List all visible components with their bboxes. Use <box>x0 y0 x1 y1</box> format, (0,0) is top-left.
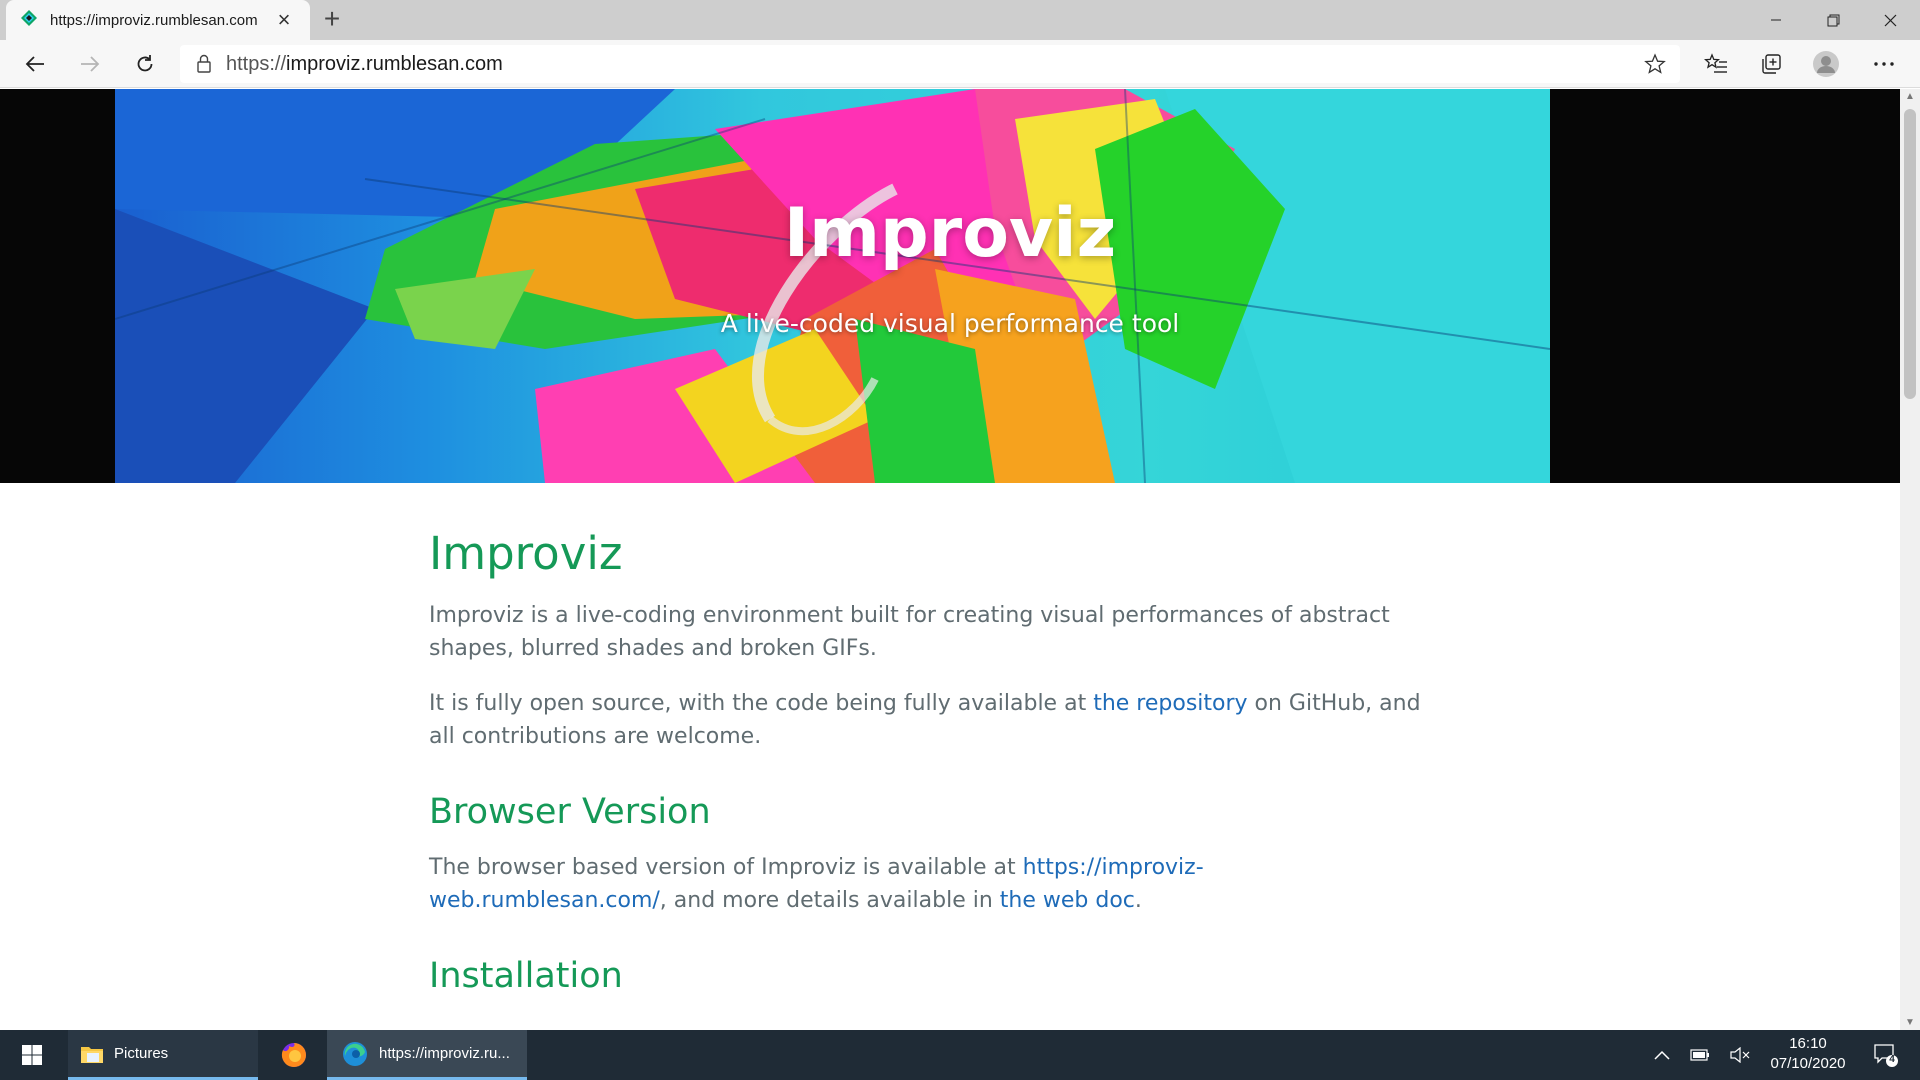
page-viewport: Improviz A live-coded visual performance… <box>0 89 1900 1030</box>
browser-text-middle: , and more details available in <box>659 888 1000 913</box>
url-scheme: https:// <box>226 52 287 75</box>
main-content: Improviz Improviz is a live-coding envir… <box>429 527 1429 1015</box>
improviz-favicon-icon <box>20 9 38 32</box>
close-window-button[interactable] <box>1862 0 1918 40</box>
firefox-icon <box>281 1043 306 1068</box>
browser-text-after: . <box>1134 888 1142 913</box>
hero-banner: Improviz A live-coded visual performance… <box>0 89 1900 483</box>
clock-date: 07/10/2020 <box>1770 1055 1846 1072</box>
tab-bar: https://improviz.rumblesan.com × + <box>0 0 1920 40</box>
web-doc-link[interactable]: the web doc <box>1000 888 1135 913</box>
back-button[interactable] <box>17 46 53 82</box>
show-hidden-icons-button[interactable] <box>1648 1030 1676 1080</box>
profile-button[interactable] <box>1808 46 1844 82</box>
browser-version-paragraph: The browser based version of Improviz is… <box>429 851 1429 917</box>
browser-version-heading: Browser Version <box>429 792 711 832</box>
intro-paragraph: Improviz is a live-coding environment bu… <box>429 603 1390 661</box>
tab-improviz[interactable]: https://improviz.rumblesan.com × <box>6 0 310 40</box>
address-bar[interactable]: https://improviz.rumblesan.com <box>180 45 1680 83</box>
scroll-thumb[interactable] <box>1904 109 1916 399</box>
taskbar-edge-label: https://improviz.ru... <box>379 1045 510 1062</box>
collections-icon <box>1762 54 1781 74</box>
windows-taskbar: Pictures https://improviz.ru... 16:10 07… <box>0 1030 1920 1080</box>
arrow-right-icon <box>81 56 100 72</box>
tab-title: https://improviz.rumblesan.com <box>50 11 258 29</box>
page-heading: Improviz <box>429 527 623 580</box>
battery-icon <box>1690 1049 1709 1061</box>
windows-logo-icon <box>22 1045 42 1065</box>
profile-icon <box>1813 51 1839 77</box>
installation-heading: Installation <box>429 956 623 996</box>
open-source-text-before: It is fully open source, with the code b… <box>429 691 1094 716</box>
collections-button[interactable] <box>1753 46 1789 82</box>
start-button[interactable] <box>14 1030 50 1080</box>
hero-background-image <box>115 89 1550 483</box>
volume-muted-icon <box>1730 1047 1750 1063</box>
page-scrollbar[interactable]: ▲ ▼ <box>1900 89 1920 1030</box>
lock-icon[interactable] <box>196 54 212 74</box>
edge-icon <box>343 1041 367 1066</box>
url-domain: improviz.rumblesan.com <box>286 52 503 75</box>
favorites-button[interactable] <box>1698 46 1734 82</box>
new-tab-button[interactable]: + <box>316 4 348 36</box>
notification-count-badge: 4 <box>1889 1054 1895 1065</box>
open-source-paragraph: It is fully open source, with the code b… <box>429 687 1429 753</box>
forward-button[interactable] <box>72 46 108 82</box>
folder-icon <box>81 1046 103 1063</box>
scroll-down-arrow-icon[interactable]: ▼ <box>1904 1017 1916 1028</box>
repository-link[interactable]: the repository <box>1093 691 1247 716</box>
star-icon[interactable] <box>1644 53 1666 75</box>
battery-tray[interactable] <box>1686 1030 1714 1080</box>
taskbar-edge[interactable]: https://improviz.ru... <box>327 1030 527 1080</box>
taskbar-firefox[interactable] <box>276 1030 312 1080</box>
chevron-up-icon <box>1654 1050 1670 1060</box>
favorites-list-icon <box>1704 53 1727 73</box>
restore-button[interactable] <box>1805 0 1861 40</box>
hero-subtitle: A live-coded visual performance tool <box>720 309 1180 338</box>
hero-title: Improviz <box>783 194 1117 273</box>
url-text[interactable]: https://improviz.rumblesan.com <box>226 53 503 76</box>
minimize-button[interactable] <box>1748 0 1804 40</box>
taskbar-explorer-label: Pictures <box>114 1045 169 1062</box>
arrow-left-icon <box>25 56 44 72</box>
taskbar-clock[interactable]: 16:10 07/10/2020 <box>1748 1034 1868 1076</box>
browser-text-before: The browser based version of Improviz is… <box>429 855 1023 880</box>
tab-close-icon[interactable]: × <box>272 8 296 32</box>
action-center-button[interactable]: 4 <box>1866 1030 1906 1080</box>
refresh-button[interactable] <box>127 46 163 82</box>
clock-time: 16:10 <box>1789 1035 1827 1052</box>
browser-window: https://improviz.rumblesan.com × + https… <box>0 0 1920 1030</box>
more-icon <box>1874 62 1894 66</box>
refresh-icon <box>137 55 153 72</box>
scroll-up-arrow-icon[interactable]: ▲ <box>1904 91 1916 102</box>
taskbar-explorer[interactable]: Pictures <box>68 1030 258 1080</box>
settings-menu-button[interactable] <box>1866 46 1902 82</box>
browser-toolbar: https://improviz.rumblesan.com <box>0 40 1920 88</box>
